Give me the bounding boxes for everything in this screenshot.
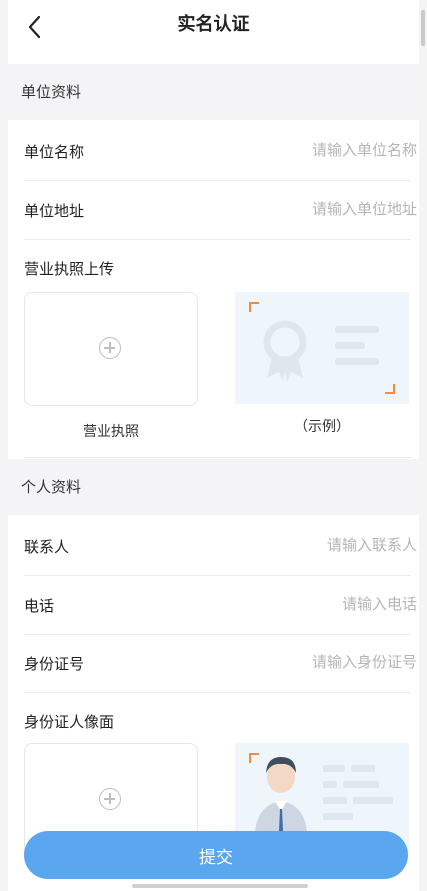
license-caption: 营业执照 bbox=[83, 424, 139, 440]
phone-row: 电话 bbox=[24, 576, 417, 635]
company-address-row: 单位地址 bbox=[24, 181, 417, 240]
license-upload-label: 营业执照上传 bbox=[24, 260, 115, 278]
scrollbar-thumb[interactable] bbox=[421, 10, 425, 46]
phone-input[interactable] bbox=[187, 591, 417, 617]
section-company-info: 单位资料 bbox=[8, 64, 419, 120]
id-number-input[interactable] bbox=[187, 649, 417, 675]
company-name-label: 单位名称 bbox=[24, 143, 85, 161]
company-name-input[interactable] bbox=[187, 137, 417, 163]
section-title: 单位资料 bbox=[21, 83, 82, 101]
certificate-icon bbox=[263, 320, 379, 382]
contact-label: 联系人 bbox=[24, 538, 70, 556]
section-personal-info: 个人资料 bbox=[8, 459, 419, 515]
left-margin bbox=[0, 0, 8, 891]
plus-circle-icon bbox=[99, 788, 121, 810]
phone-label: 电话 bbox=[24, 597, 55, 615]
id-number-label: 身份证号 bbox=[24, 655, 85, 673]
home-indicator bbox=[132, 884, 308, 888]
page: 实名认证 单位资料 单位名称 单位地址 营业执照上传 营业执照 （示例） 个人资… bbox=[8, 0, 419, 891]
company-address-label: 单位地址 bbox=[24, 202, 85, 220]
nav-bar: 实名认证 bbox=[8, 0, 419, 62]
id-front-upload-label: 身份证人像面 bbox=[24, 713, 115, 731]
page-title: 实名认证 bbox=[177, 14, 250, 35]
license-sample-image bbox=[235, 292, 409, 404]
section-title: 个人资料 bbox=[21, 478, 82, 496]
company-address-input[interactable] bbox=[187, 196, 417, 222]
company-name-row: 单位名称 bbox=[24, 122, 417, 181]
divider bbox=[24, 457, 411, 458]
license-upload-box[interactable] bbox=[24, 292, 198, 406]
sample-caption: （示例） bbox=[294, 419, 350, 435]
contact-row: 联系人 bbox=[24, 517, 417, 576]
submit-button[interactable]: 提交 bbox=[24, 831, 408, 879]
plus-circle-icon bbox=[99, 337, 121, 359]
scrollbar[interactable] bbox=[419, 0, 427, 891]
contact-input[interactable] bbox=[187, 532, 417, 558]
id-number-row: 身份证号 bbox=[24, 634, 417, 693]
